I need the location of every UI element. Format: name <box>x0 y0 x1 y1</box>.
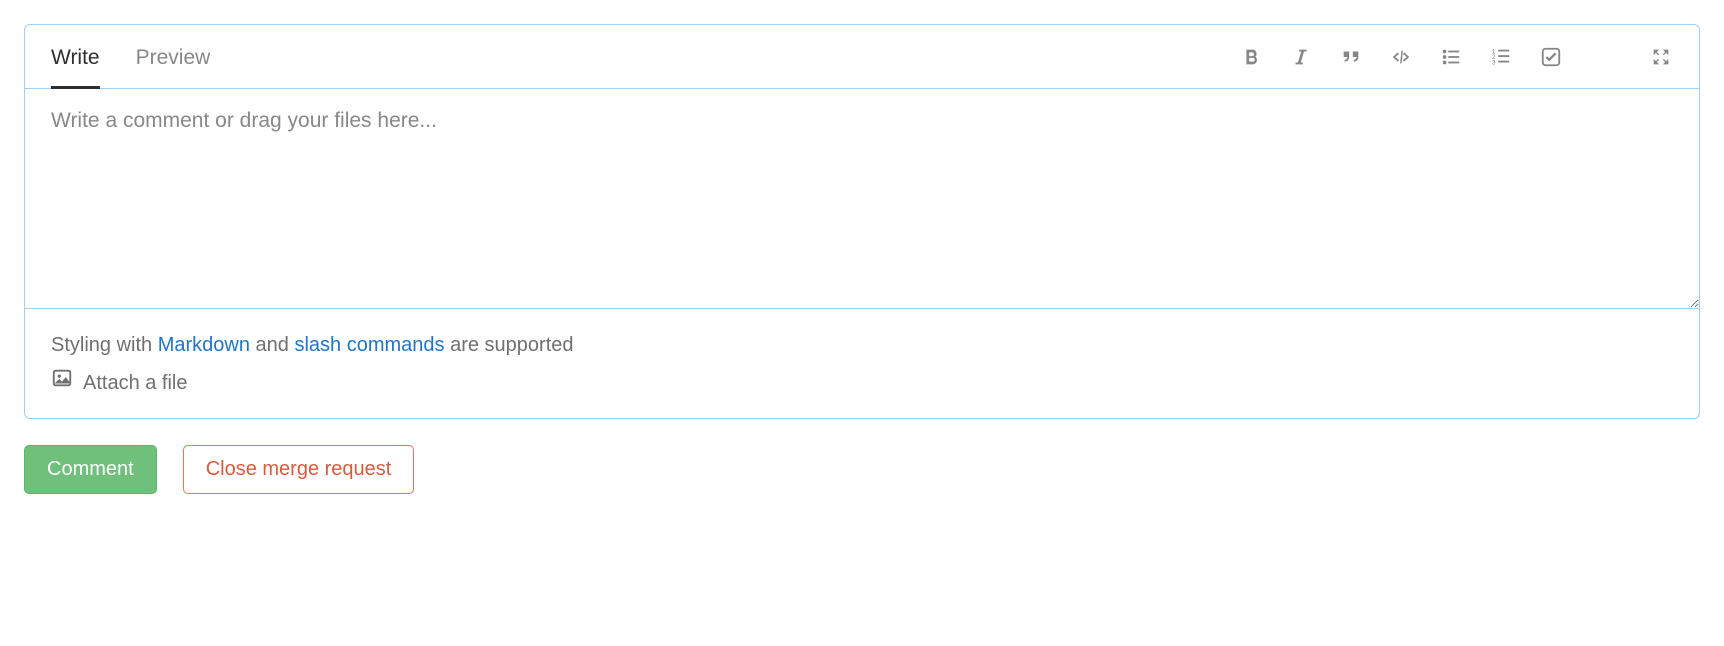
markdown-hint-line: Styling with Markdown and slash commands… <box>51 328 1673 362</box>
formatting-toolbar: 123 <box>1239 45 1673 69</box>
hint-suffix: are supported <box>445 334 574 356</box>
quote-icon[interactable] <box>1339 45 1363 69</box>
hint-prefix: Styling with <box>51 334 158 356</box>
comment-editor-container: Write Preview 123 <box>24 24 1700 419</box>
image-icon <box>51 366 73 400</box>
numbered-list-icon[interactable]: 123 <box>1489 45 1513 69</box>
attach-file-button[interactable]: Attach a file <box>51 366 1673 400</box>
code-icon[interactable] <box>1389 45 1413 69</box>
action-buttons-row: Comment Close merge request <box>24 445 1700 494</box>
editor-hints: Styling with Markdown and slash commands… <box>25 314 1699 418</box>
close-merge-request-button[interactable]: Close merge request <box>183 445 415 494</box>
italic-icon[interactable] <box>1289 45 1313 69</box>
attach-file-label: Attach a file <box>83 366 188 400</box>
tab-write[interactable]: Write <box>51 26 100 89</box>
svg-text:3: 3 <box>1492 59 1496 66</box>
bold-icon[interactable] <box>1239 45 1263 69</box>
editor-tabs: Write Preview <box>51 25 210 88</box>
editor-header: Write Preview 123 <box>25 25 1699 89</box>
comment-textarea[interactable] <box>25 89 1699 309</box>
slash-commands-link[interactable]: slash commands <box>294 334 444 356</box>
tab-preview[interactable]: Preview <box>136 26 211 89</box>
hint-middle: and <box>250 334 294 356</box>
markdown-link[interactable]: Markdown <box>158 334 250 356</box>
textarea-wrapper <box>25 89 1699 314</box>
fullscreen-icon[interactable] <box>1649 45 1673 69</box>
task-list-icon[interactable] <box>1539 45 1563 69</box>
comment-button[interactable]: Comment <box>24 445 157 494</box>
bullet-list-icon[interactable] <box>1439 45 1463 69</box>
